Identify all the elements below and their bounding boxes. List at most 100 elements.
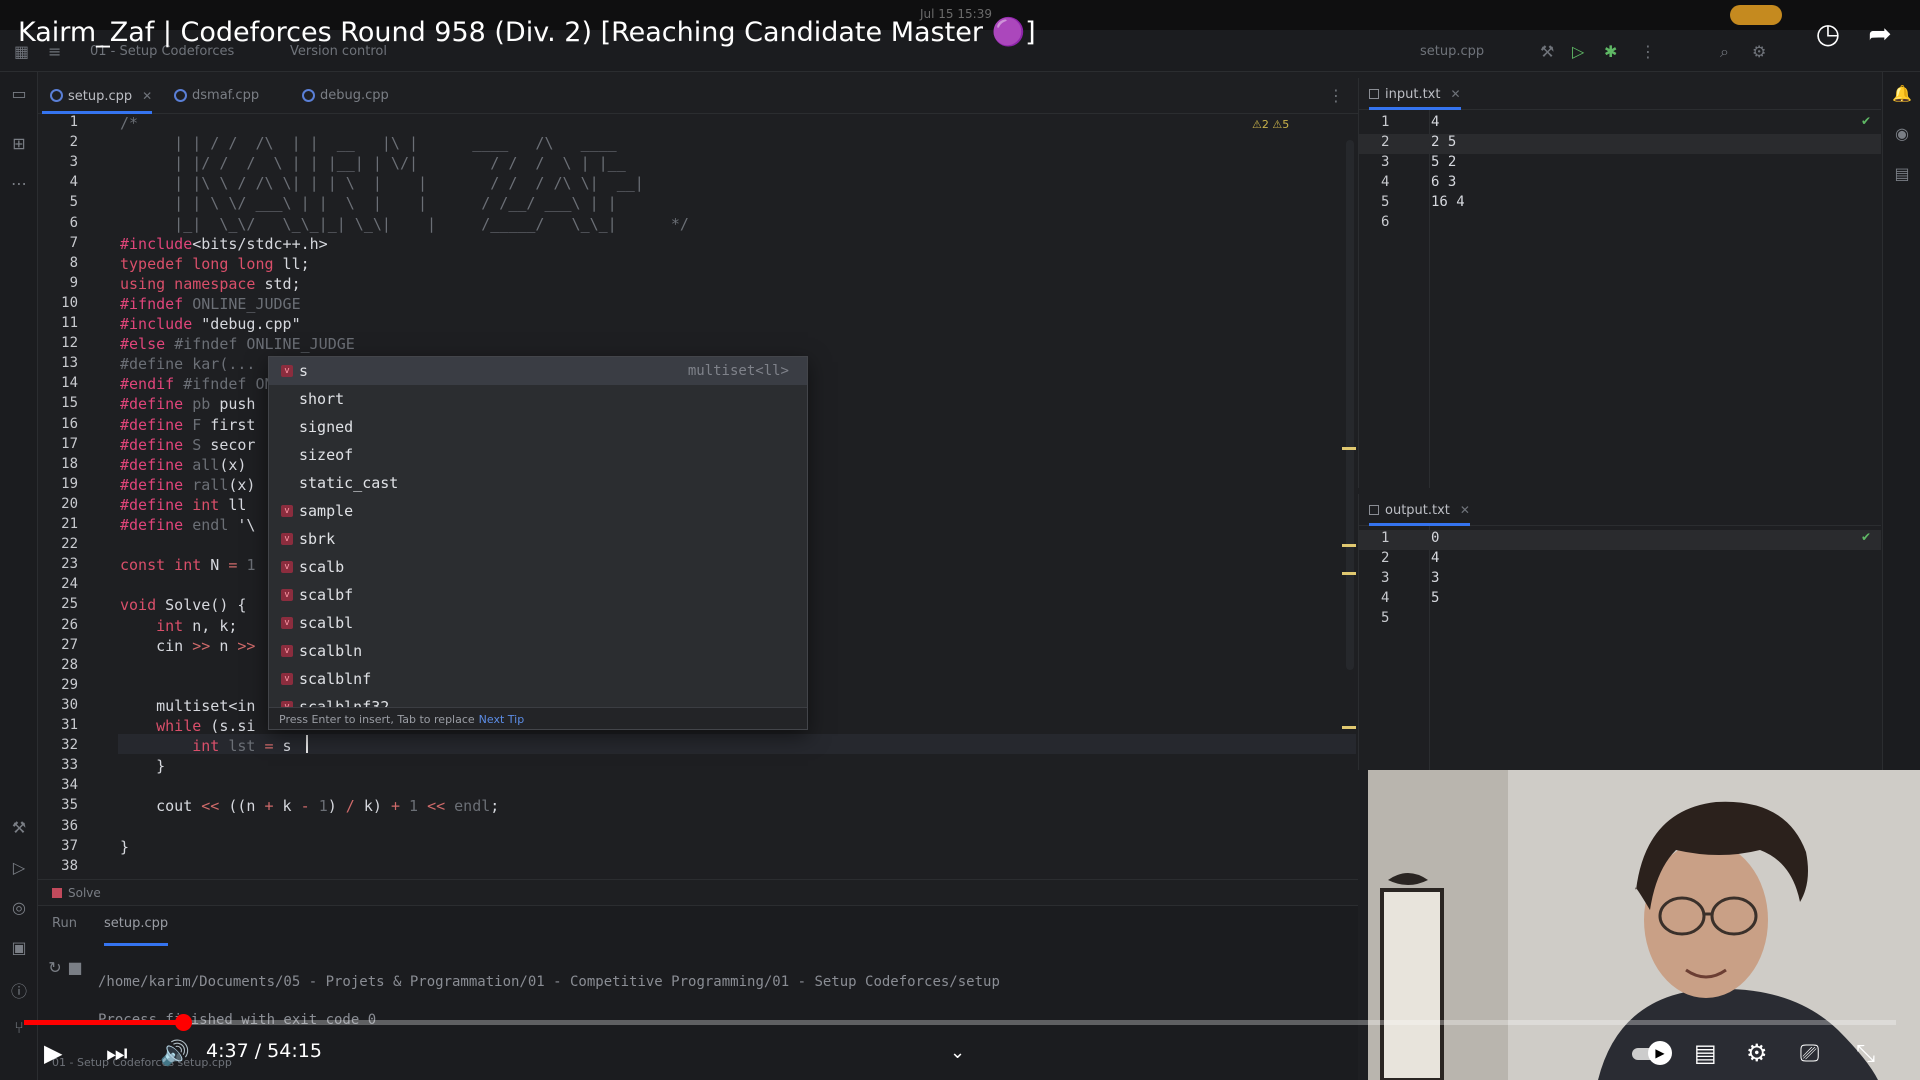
debug-icon[interactable]: ✱: [1604, 42, 1617, 61]
editor-scrollbar[interactable]: [1346, 140, 1354, 670]
structure-tool-icon[interactable]: ⊞: [8, 134, 30, 156]
tab-debug-cpp[interactable]: debug.cpp: [294, 78, 389, 114]
line-number: 6: [69, 214, 78, 231]
line-number: 27: [61, 636, 78, 653]
notifications-icon[interactable]: 🔔: [1891, 84, 1913, 106]
more-tools-icon[interactable]: ⋯: [8, 174, 30, 196]
completion-label: static_cast: [299, 474, 399, 492]
tab-setup-cpp[interactable]: setup.cpp ✕: [42, 78, 153, 114]
tab-input-txt[interactable]: input.txt ✕: [1369, 78, 1461, 110]
text-file-icon: [1369, 89, 1379, 99]
tab-label: debug.cpp: [320, 88, 389, 103]
completion-item[interactable]: signed: [269, 413, 807, 441]
next-video-icon[interactable]: ⏭: [106, 1038, 128, 1068]
autoplay-toggle[interactable]: ▶: [1632, 1038, 1672, 1068]
variable-icon: v: [281, 365, 293, 377]
run-setup-tab[interactable]: setup.cpp: [104, 916, 169, 946]
completion-item[interactable]: v sbrk: [269, 525, 807, 553]
code-line: | |/ / / \ | | |__| | \/| / / / \ | |__: [120, 154, 626, 173]
volume-icon[interactable]: 🔊: [160, 1038, 190, 1068]
video-progress-bar[interactable]: [24, 1014, 1896, 1031]
share-icon[interactable]: ➦: [1864, 18, 1896, 50]
ai-assistant-icon[interactable]: ◉: [1891, 124, 1913, 146]
line-value: 3: [1431, 570, 1440, 586]
build-tool-icon[interactable]: ⚒: [8, 818, 30, 840]
completion-item[interactable]: sizeof: [269, 441, 807, 469]
completion-item[interactable]: static_cast: [269, 469, 807, 497]
code-line: | | / / /\ | | __ |\ | ____ /\ ____: [120, 134, 617, 153]
line-number: 5: [69, 194, 78, 211]
run-config-selector[interactable]: setup.cpp: [1420, 44, 1484, 59]
services-tool-icon[interactable]: ◎: [8, 898, 30, 920]
code-line: multiset<in: [120, 696, 256, 715]
completion-item[interactable]: short: [269, 385, 807, 413]
stop-icon[interactable]: ■: [64, 958, 86, 980]
video-scrubber-knob[interactable]: [175, 1014, 192, 1031]
line-number: 2: [1381, 550, 1390, 566]
tab-output-txt[interactable]: output.txt ✕: [1369, 494, 1470, 526]
completion-item[interactable]: v scalbln: [269, 637, 807, 665]
exit-fullscreen-icon[interactable]: ⤡: [1856, 1038, 1875, 1068]
cast-icon[interactable]: ⎚: [1800, 1038, 1819, 1068]
function-icon: [52, 888, 62, 898]
run-tab[interactable]: Run: [52, 916, 77, 931]
tab-dsmaf-cpp[interactable]: dsmaf.cpp: [166, 78, 259, 114]
line-value: 5: [1431, 590, 1440, 606]
project-tool-icon[interactable]: ▭: [8, 84, 30, 106]
line-number: 31: [61, 717, 78, 733]
code-line: #define all(x): [120, 455, 247, 474]
code-line: #ifndef ONLINE_JUDGE: [120, 294, 301, 313]
settings-icon[interactable]: ⚙: [1752, 42, 1766, 61]
code-line: using namespace std;: [120, 274, 301, 293]
code-line: #endif #ifndef ON: [120, 375, 274, 394]
line-number: 13: [61, 355, 78, 372]
completion-item[interactable]: v scalbf: [269, 581, 807, 609]
os-status-pill[interactable]: [1730, 5, 1782, 25]
cpp-file-icon: [174, 89, 187, 102]
completion-label: sizeof: [299, 446, 354, 464]
completion-item[interactable]: v scalb: [269, 553, 807, 581]
watch-later-icon[interactable]: ◷: [1812, 18, 1844, 50]
run-tool-icon[interactable]: ▷: [8, 858, 30, 880]
completion-item[interactable]: v sample: [269, 497, 807, 525]
scroll-marker: [1342, 726, 1356, 729]
completion-item[interactable]: v scalbl: [269, 609, 807, 637]
left-tool-strip: ▭ ⊞ ⋯ ⚒ ▷ ◎ ▣ ⓘ ⑂: [0, 72, 38, 1080]
breadcrumb[interactable]: Solve: [38, 879, 1358, 905]
line-number: 11: [61, 315, 78, 331]
search-icon[interactable]: ⌕: [1720, 42, 1729, 62]
close-tab-icon[interactable]: ✕: [1460, 503, 1470, 517]
tab-options-icon[interactable]: ⋮: [1328, 86, 1344, 105]
video-settings-icon[interactable]: ⚙: [1746, 1038, 1768, 1068]
line-value: 0: [1431, 530, 1440, 546]
scroll-marker: [1342, 447, 1356, 450]
rerun-icon[interactable]: ↻: [44, 958, 66, 980]
build-icon[interactable]: ⚒: [1540, 42, 1554, 61]
completion-label: scalbln: [299, 642, 363, 660]
chapter-chevron-icon[interactable]: ⌄: [950, 1038, 965, 1068]
variable-icon: v: [281, 673, 293, 685]
next-tip-link[interactable]: Next Tip: [479, 713, 525, 726]
play-icon[interactable]: ▶: [44, 1038, 62, 1068]
inspection-widget[interactable]: ⚠2 ⚠5: [1252, 118, 1289, 131]
code-line: #define int ll: [120, 495, 247, 514]
text-line: 33: [1359, 570, 1881, 590]
line-number: 10: [61, 294, 78, 311]
line-number: 4: [69, 174, 78, 191]
run-setup-tab-label: setup.cpp: [104, 916, 169, 931]
captions-icon[interactable]: ▤: [1694, 1038, 1717, 1068]
close-tab-icon[interactable]: ✕: [142, 89, 152, 103]
database-icon[interactable]: ▤: [1891, 164, 1913, 186]
line-number: 32: [61, 737, 78, 754]
problems-tool-icon[interactable]: ⓘ: [8, 978, 30, 1001]
more-actions-icon[interactable]: ⋮: [1640, 42, 1656, 61]
close-tab-icon[interactable]: ✕: [1450, 87, 1460, 101]
terminal-tool-icon[interactable]: ▣: [8, 938, 30, 960]
input-tab-bar: input.txt ✕: [1359, 78, 1881, 110]
completion-item[interactable]: v s multiset<ll>: [269, 357, 807, 385]
breadcrumb-text: Solve: [68, 886, 101, 900]
run-icon[interactable]: ▷: [1572, 42, 1584, 61]
line-number: 4: [1381, 590, 1390, 606]
completion-item[interactable]: v scalblnf: [269, 665, 807, 693]
output-editor-pane: output.txt ✕ 1 0 ✔ 2 4 3 3 4 5 5: [1358, 494, 1881, 770]
